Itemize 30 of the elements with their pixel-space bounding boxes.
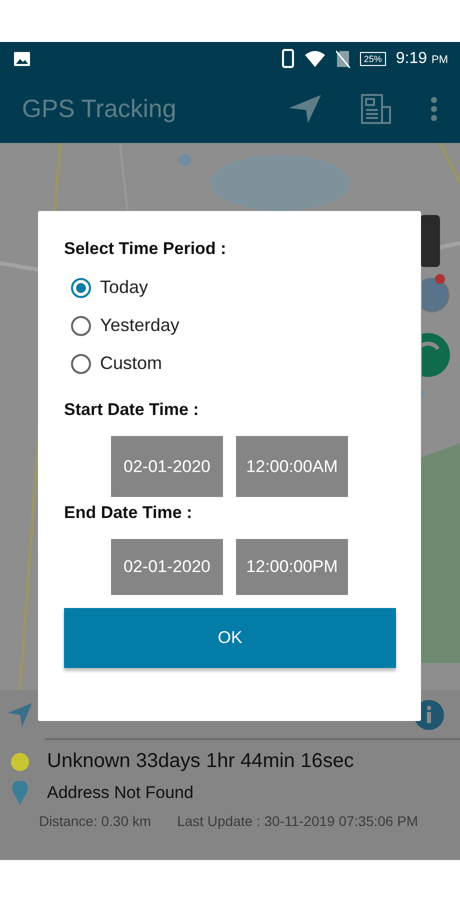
phone-icon <box>282 49 294 68</box>
status-text: Unknown 33days 1hr 44min 16sec <box>47 750 354 773</box>
radio-button[interactable] <box>71 354 91 374</box>
ok-button[interactable]: OK <box>64 608 396 668</box>
time-button[interactable]: 12:00:00AM <box>236 436 348 497</box>
more-options-icon[interactable] <box>430 97 438 121</box>
wifi-icon <box>304 50 326 68</box>
clock: 9:19 PM <box>396 50 448 68</box>
time-button[interactable]: 12:00:00PM <box>236 539 348 595</box>
location-pin-icon <box>12 781 28 805</box>
radio-button[interactable] <box>71 278 91 298</box>
address-text: Address Not Found <box>47 783 194 803</box>
dialog-title: Select Time Period : <box>64 239 228 259</box>
no-sim-icon <box>336 50 350 68</box>
section-label: End Date Time : <box>64 503 194 523</box>
radio-option[interactable]: Yesterday <box>71 315 396 336</box>
last-update-text: Last Update : 30-11-2019 07:35:06 PM <box>177 813 418 829</box>
radio-option[interactable]: Custom <box>71 353 396 374</box>
app-title: GPS Tracking <box>22 94 178 124</box>
image-icon <box>14 52 30 66</box>
battery-indicator: 25% <box>360 52 386 66</box>
date-button[interactable]: 02-01-2020 <box>111 436 223 497</box>
radio-button[interactable] <box>71 316 91 336</box>
navigation-arrow-icon[interactable] <box>7 702 33 728</box>
distance-text: Distance: 0.30 km <box>39 813 152 829</box>
date-button[interactable]: 02-01-2020 <box>111 539 223 595</box>
navigation-arrow-icon[interactable] <box>288 94 322 124</box>
section-label: Start Date Time : <box>64 400 200 420</box>
radio-option[interactable]: Today <box>71 277 396 298</box>
newspaper-icon[interactable] <box>360 93 392 125</box>
